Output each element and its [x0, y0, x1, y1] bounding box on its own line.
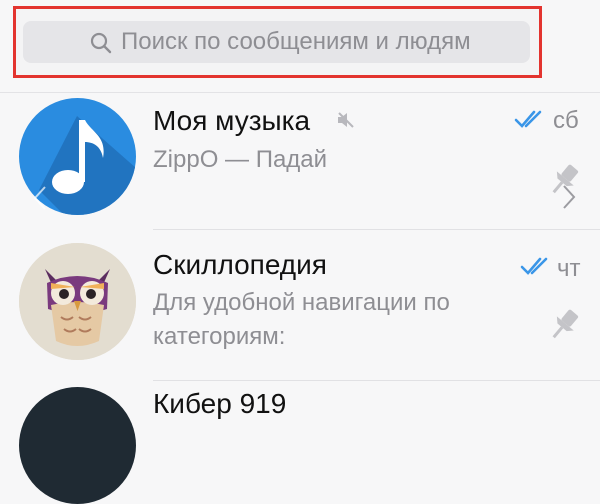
- pin-icon: [552, 309, 579, 339]
- double-check-icon: [520, 257, 548, 275]
- chat-date: сб: [553, 107, 579, 134]
- chat-title: Моя музыка: [153, 105, 311, 136]
- chat-title: Кибер 919: [153, 388, 287, 419]
- chat-row-partial[interactable]: Кибер 919: [0, 380, 600, 504]
- double-check-icon: [514, 110, 542, 128]
- mute-icon: [338, 112, 354, 128]
- chevron-left-icon: [33, 186, 46, 210]
- search-input[interactable]: [121, 21, 521, 63]
- owl-icon: [19, 243, 136, 360]
- owl-avatar: [19, 243, 136, 360]
- chat-date: чт: [557, 255, 581, 282]
- chat-row-skillopedia[interactable]: Скиллопедия чт Для удобной навигации по …: [0, 230, 600, 380]
- search-icon: [90, 32, 112, 54]
- search-bar[interactable]: [23, 21, 530, 63]
- chat-title: Скиллопедия: [153, 249, 327, 280]
- search-highlight-box: [13, 6, 542, 78]
- chat-preview: ZippO — Падай: [153, 146, 328, 173]
- chat-avatar: [19, 387, 136, 504]
- chat-row-music[interactable]: Моя музыка сб ZippO — Падай: [0, 93, 600, 229]
- chevron-right-icon: [563, 185, 576, 209]
- chat-preview: Для удобной навигации по категориям:: [153, 289, 450, 350]
